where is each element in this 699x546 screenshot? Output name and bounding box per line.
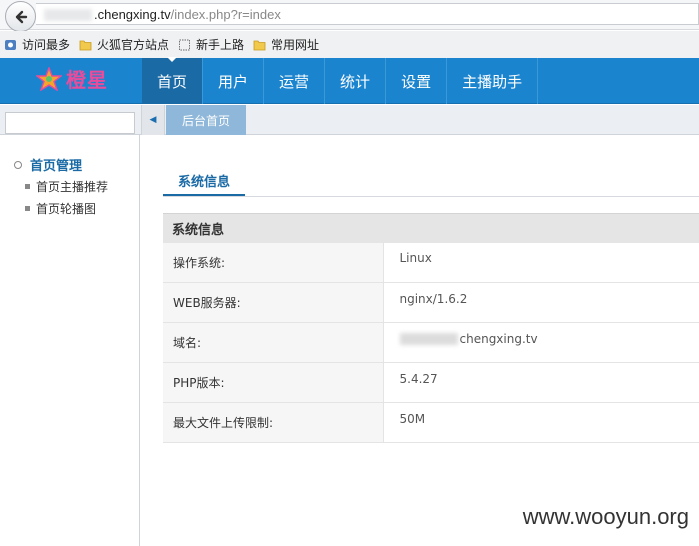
- tab-admin-home[interactable]: 后台首页: [166, 105, 246, 135]
- sidebar-group-home-management[interactable]: 首页管理: [14, 155, 82, 174]
- sidebar-item-carousel[interactable]: 首页轮播图: [25, 200, 96, 217]
- nav-users[interactable]: 用户: [203, 58, 265, 104]
- table-row: 操作系统: Linux: [163, 242, 699, 283]
- gear-icon: [5, 39, 16, 50]
- url-redaction: [44, 9, 92, 21]
- folder-icon: [253, 40, 266, 50]
- sidebar-item-streamer-recommend[interactable]: 首页主播推荐: [25, 178, 108, 195]
- table-row: 最大文件上传限制: 50M: [163, 402, 699, 443]
- bookmark-common-sites[interactable]: 常用网址: [253, 36, 319, 53]
- logo-text: 橙星: [66, 68, 108, 92]
- row-label: WEB服务器:: [163, 282, 384, 323]
- row-label: PHP版本:: [163, 362, 384, 403]
- nav-operations[interactable]: 运营: [264, 58, 326, 104]
- circle-bullet-icon: [14, 160, 22, 169]
- arrow-left-icon: [15, 10, 27, 23]
- nav-streamer-assistant[interactable]: 主播助手: [447, 58, 539, 104]
- row-value: 50M: [383, 402, 699, 443]
- bookmark-most-visited[interactable]: 访问最多: [4, 36, 70, 53]
- bookmarks-bar: 访问最多 火狐官方站点 新手上路 常用网址: [0, 31, 699, 58]
- main-nav: 首页 用户 运营 统计 设置 主播助手: [142, 57, 539, 104]
- nav-settings[interactable]: 设置: [386, 58, 448, 104]
- nav-home[interactable]: 首页: [142, 57, 204, 104]
- row-label: 最大文件上传限制:: [163, 402, 384, 443]
- table-header-row: 系统信息: [163, 213, 699, 243]
- tab-divider: [163, 196, 699, 197]
- table-row: 域名: chengxing.tv: [163, 322, 699, 363]
- square-bullet-icon: [25, 206, 30, 211]
- square-bullet-icon: [25, 184, 30, 189]
- folder-icon: [79, 40, 92, 50]
- row-value: Linux: [383, 242, 699, 283]
- row-label: 域名:: [163, 322, 384, 363]
- row-value: nginx/1.6.2: [383, 282, 699, 323]
- logo[interactable]: 橙星: [36, 64, 108, 93]
- table-header: 系统信息: [163, 213, 699, 243]
- sidebar: 首页管理 首页主播推荐 首页轮播图: [0, 135, 140, 546]
- collapse-sidebar-button[interactable]: ◀: [141, 105, 165, 135]
- bookmark-firefox-site[interactable]: 火狐官方站点: [79, 36, 169, 53]
- url-input[interactable]: .chengxing.tv/index.php?r=index: [36, 3, 699, 25]
- row-label: 操作系统:: [163, 242, 384, 283]
- caret-left-icon: ◀: [149, 115, 157, 125]
- back-button[interactable]: [5, 1, 36, 32]
- table-row: PHP版本: 5.4.27: [163, 362, 699, 403]
- row-value: 5.4.27: [383, 362, 699, 403]
- sub-bar: ◀ 后台首页: [0, 105, 699, 135]
- page-icon: [179, 39, 190, 50]
- domain-redaction: [399, 333, 458, 345]
- bookmark-getting-started[interactable]: 新手上路: [178, 36, 244, 53]
- star-logo-icon: [36, 66, 62, 91]
- app-header: 橙星 首页 用户 运营 统计 设置 主播助手: [0, 57, 699, 104]
- browser-address-bar: .chengxing.tv/index.php?r=index: [0, 0, 699, 32]
- row-value-domain: chengxing.tv: [383, 322, 699, 363]
- url-text: .chengxing.tv/index.php?r=index: [94, 7, 281, 22]
- tab-system-info[interactable]: 系统信息: [163, 166, 245, 196]
- system-info-table: 系统信息 操作系统: Linux WEB服务器: nginx/1.6.2 域名:…: [163, 213, 699, 443]
- nav-statistics[interactable]: 统计: [325, 58, 387, 104]
- watermark: www.wooyun.org: [522, 504, 689, 529]
- sidebar-search-input[interactable]: [5, 112, 135, 134]
- table-row: WEB服务器: nginx/1.6.2: [163, 282, 699, 323]
